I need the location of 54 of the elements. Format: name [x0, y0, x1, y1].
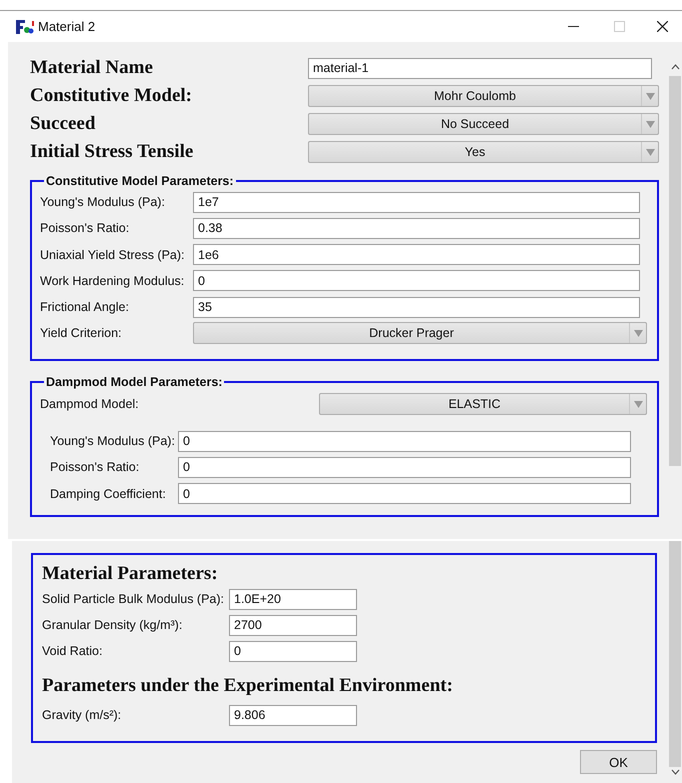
- dropdown[interactable]: ELASTIC: [319, 393, 647, 415]
- caret-icon: [634, 400, 642, 408]
- input-field[interactable]: 2700: [229, 614, 357, 636]
- field-label: Yield Criterion:: [40, 326, 123, 340]
- input-field[interactable]: 9.806: [229, 704, 357, 726]
- window-title: Material 2: [38, 19, 96, 34]
- field-label: Young's Modulus (Pa):: [50, 434, 176, 448]
- field-label: Solid Particle Bulk Modulus (Pa):: [42, 592, 226, 606]
- input-field[interactable]: 0: [178, 456, 631, 478]
- scrollbar-thumb[interactable]: [669, 76, 681, 466]
- input-field[interactable]: 1e6: [193, 244, 640, 266]
- input-field[interactable]: 35: [193, 296, 640, 318]
- field-label: Young's Modulus (Pa):: [40, 195, 166, 209]
- input-field[interactable]: 0: [178, 430, 631, 452]
- scroll-up-icon: [670, 64, 680, 70]
- field-label: Granular Density (kg/m³):: [42, 618, 184, 632]
- caret-icon: [646, 92, 654, 100]
- dropdown[interactable]: Mohr Coulomb: [308, 85, 659, 107]
- input-field[interactable]: 1.0E+20: [229, 588, 357, 610]
- section-heading: Material Parameters:: [42, 563, 219, 585]
- field-label: Dampmod Model:: [40, 397, 140, 411]
- input-field[interactable]: 1e7: [193, 192, 640, 212]
- group-title: Constitutive Model Parameters:: [45, 174, 235, 188]
- caret-icon: [646, 148, 654, 156]
- input-field[interactable]: 0: [178, 483, 631, 504]
- caret-icon: [646, 120, 654, 128]
- group-title: Dampmod Model Parameters:: [45, 375, 224, 389]
- field-label: Initial Stress Tensile: [30, 141, 194, 163]
- field-label: Frictional Angle:: [40, 300, 130, 314]
- ok-button[interactable]: OK: [580, 750, 657, 774]
- dropdown[interactable]: Drucker Prager: [193, 322, 647, 344]
- app-icon: [16, 18, 34, 34]
- scrollbar-thumb[interactable]: [669, 541, 681, 767]
- caret-icon: [634, 329, 642, 338]
- field-label: Gravity (m/s²):: [42, 708, 122, 722]
- dropdown[interactable]: Yes: [308, 141, 659, 163]
- close-icon: [656, 21, 668, 32]
- field-label: Void Ratio:: [42, 644, 104, 658]
- field-label: Material Name: [30, 57, 154, 79]
- scroll-down-icon: [670, 769, 680, 775]
- input-field[interactable]: material-1: [308, 58, 652, 78]
- field-label: Poisson's Ratio:: [50, 460, 140, 474]
- section-heading: Parameters under the Experimental Environment:: [42, 675, 454, 697]
- dropdown[interactable]: No Succeed: [308, 113, 659, 135]
- field-label: Poisson's Ratio:: [40, 221, 130, 236]
- field-label: Uniaxial Yield Stress (Pa):: [40, 248, 186, 262]
- maximize-icon: [614, 21, 624, 32]
- field-label: Succeed: [30, 113, 96, 135]
- input-field[interactable]: 0: [193, 270, 640, 292]
- input-field[interactable]: 0: [229, 640, 357, 662]
- field-label: Constitutive Model:: [30, 85, 194, 107]
- field-label: Damping Coefficient:: [50, 486, 167, 501]
- field-label: Work Hardening Modulus:: [40, 274, 186, 288]
- input-field[interactable]: 0.38: [193, 218, 640, 239]
